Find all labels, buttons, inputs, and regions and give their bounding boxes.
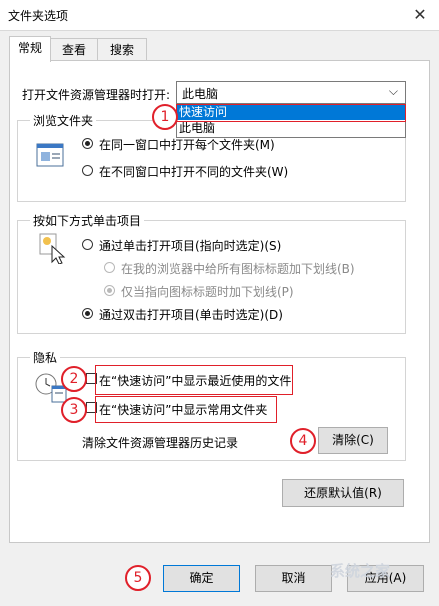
window-title: 文件夹选项 (8, 9, 69, 23)
tab-general[interactable]: 常规 (9, 36, 51, 62)
annotation-marker-3: 3 (61, 397, 87, 423)
close-icon[interactable]: ✕ (405, 3, 435, 27)
click-items-title: 按如下方式单击项目 (30, 212, 145, 229)
open-explorer-selected: 此电脑 (182, 87, 219, 101)
annotation-marker-5: 5 (125, 565, 151, 591)
cancel-button[interactable]: 取消 (255, 565, 332, 592)
window-icon (36, 143, 64, 170)
radio-underline-hover (104, 285, 115, 296)
annotation-box-quick-access (176, 104, 406, 122)
open-explorer-combo[interactable]: 此电脑 ⌵ (176, 81, 406, 104)
ok-button[interactable]: 确定 (163, 565, 240, 592)
clear-history-button[interactable]: 清除(C) (318, 427, 388, 454)
radio-single-click[interactable] (82, 239, 93, 250)
cursor-click-icon (38, 232, 68, 267)
browse-folders-title: 浏览文件夹 (30, 112, 97, 129)
single-click-label: 通过单击打开项目(指向时选定)(S) (99, 239, 282, 253)
same-window-label: 在同一窗口中打开每个文件夹(M) (99, 138, 275, 152)
site-watermark: 系统之家 (330, 562, 391, 580)
tab-view[interactable]: 查看 (50, 38, 98, 61)
radio-underline-all (104, 262, 115, 273)
title-bar: 文件夹选项 ✕ (0, 0, 439, 30)
annotation-box-frequent-folders (95, 396, 277, 423)
radio-different-window[interactable] (82, 165, 93, 176)
clear-history-label: 清除文件资源管理器历史记录 (82, 436, 239, 450)
annotation-box-recent-files (95, 365, 293, 395)
underline-hover-label: 仅当指向图标标题时加下划线(P) (121, 285, 294, 299)
restore-defaults-button[interactable]: 还原默认值(R) (282, 479, 404, 507)
privacy-title: 隐私 (30, 349, 61, 366)
different-window-label: 在不同窗口中打开不同的文件夹(W) (99, 165, 289, 179)
tab-search[interactable]: 搜索 (97, 38, 147, 61)
radio-double-click[interactable] (82, 308, 93, 319)
annotation-marker-1: 1 (152, 104, 178, 130)
underline-all-label: 在我的浏览器中给所有图标标题加下划线(B) (121, 262, 355, 276)
dropdown-option-this-pc[interactable]: 此电脑 (177, 120, 405, 136)
annotation-marker-2: 2 (61, 366, 87, 392)
double-click-label: 通过双击打开项目(单击时选定)(D) (99, 308, 283, 322)
radio-same-window[interactable] (82, 138, 93, 149)
open-explorer-label: 打开文件资源管理器时打开: (22, 88, 171, 102)
annotation-marker-4: 4 (290, 428, 316, 454)
chevron-down-icon: ⌵ (388, 84, 398, 98)
